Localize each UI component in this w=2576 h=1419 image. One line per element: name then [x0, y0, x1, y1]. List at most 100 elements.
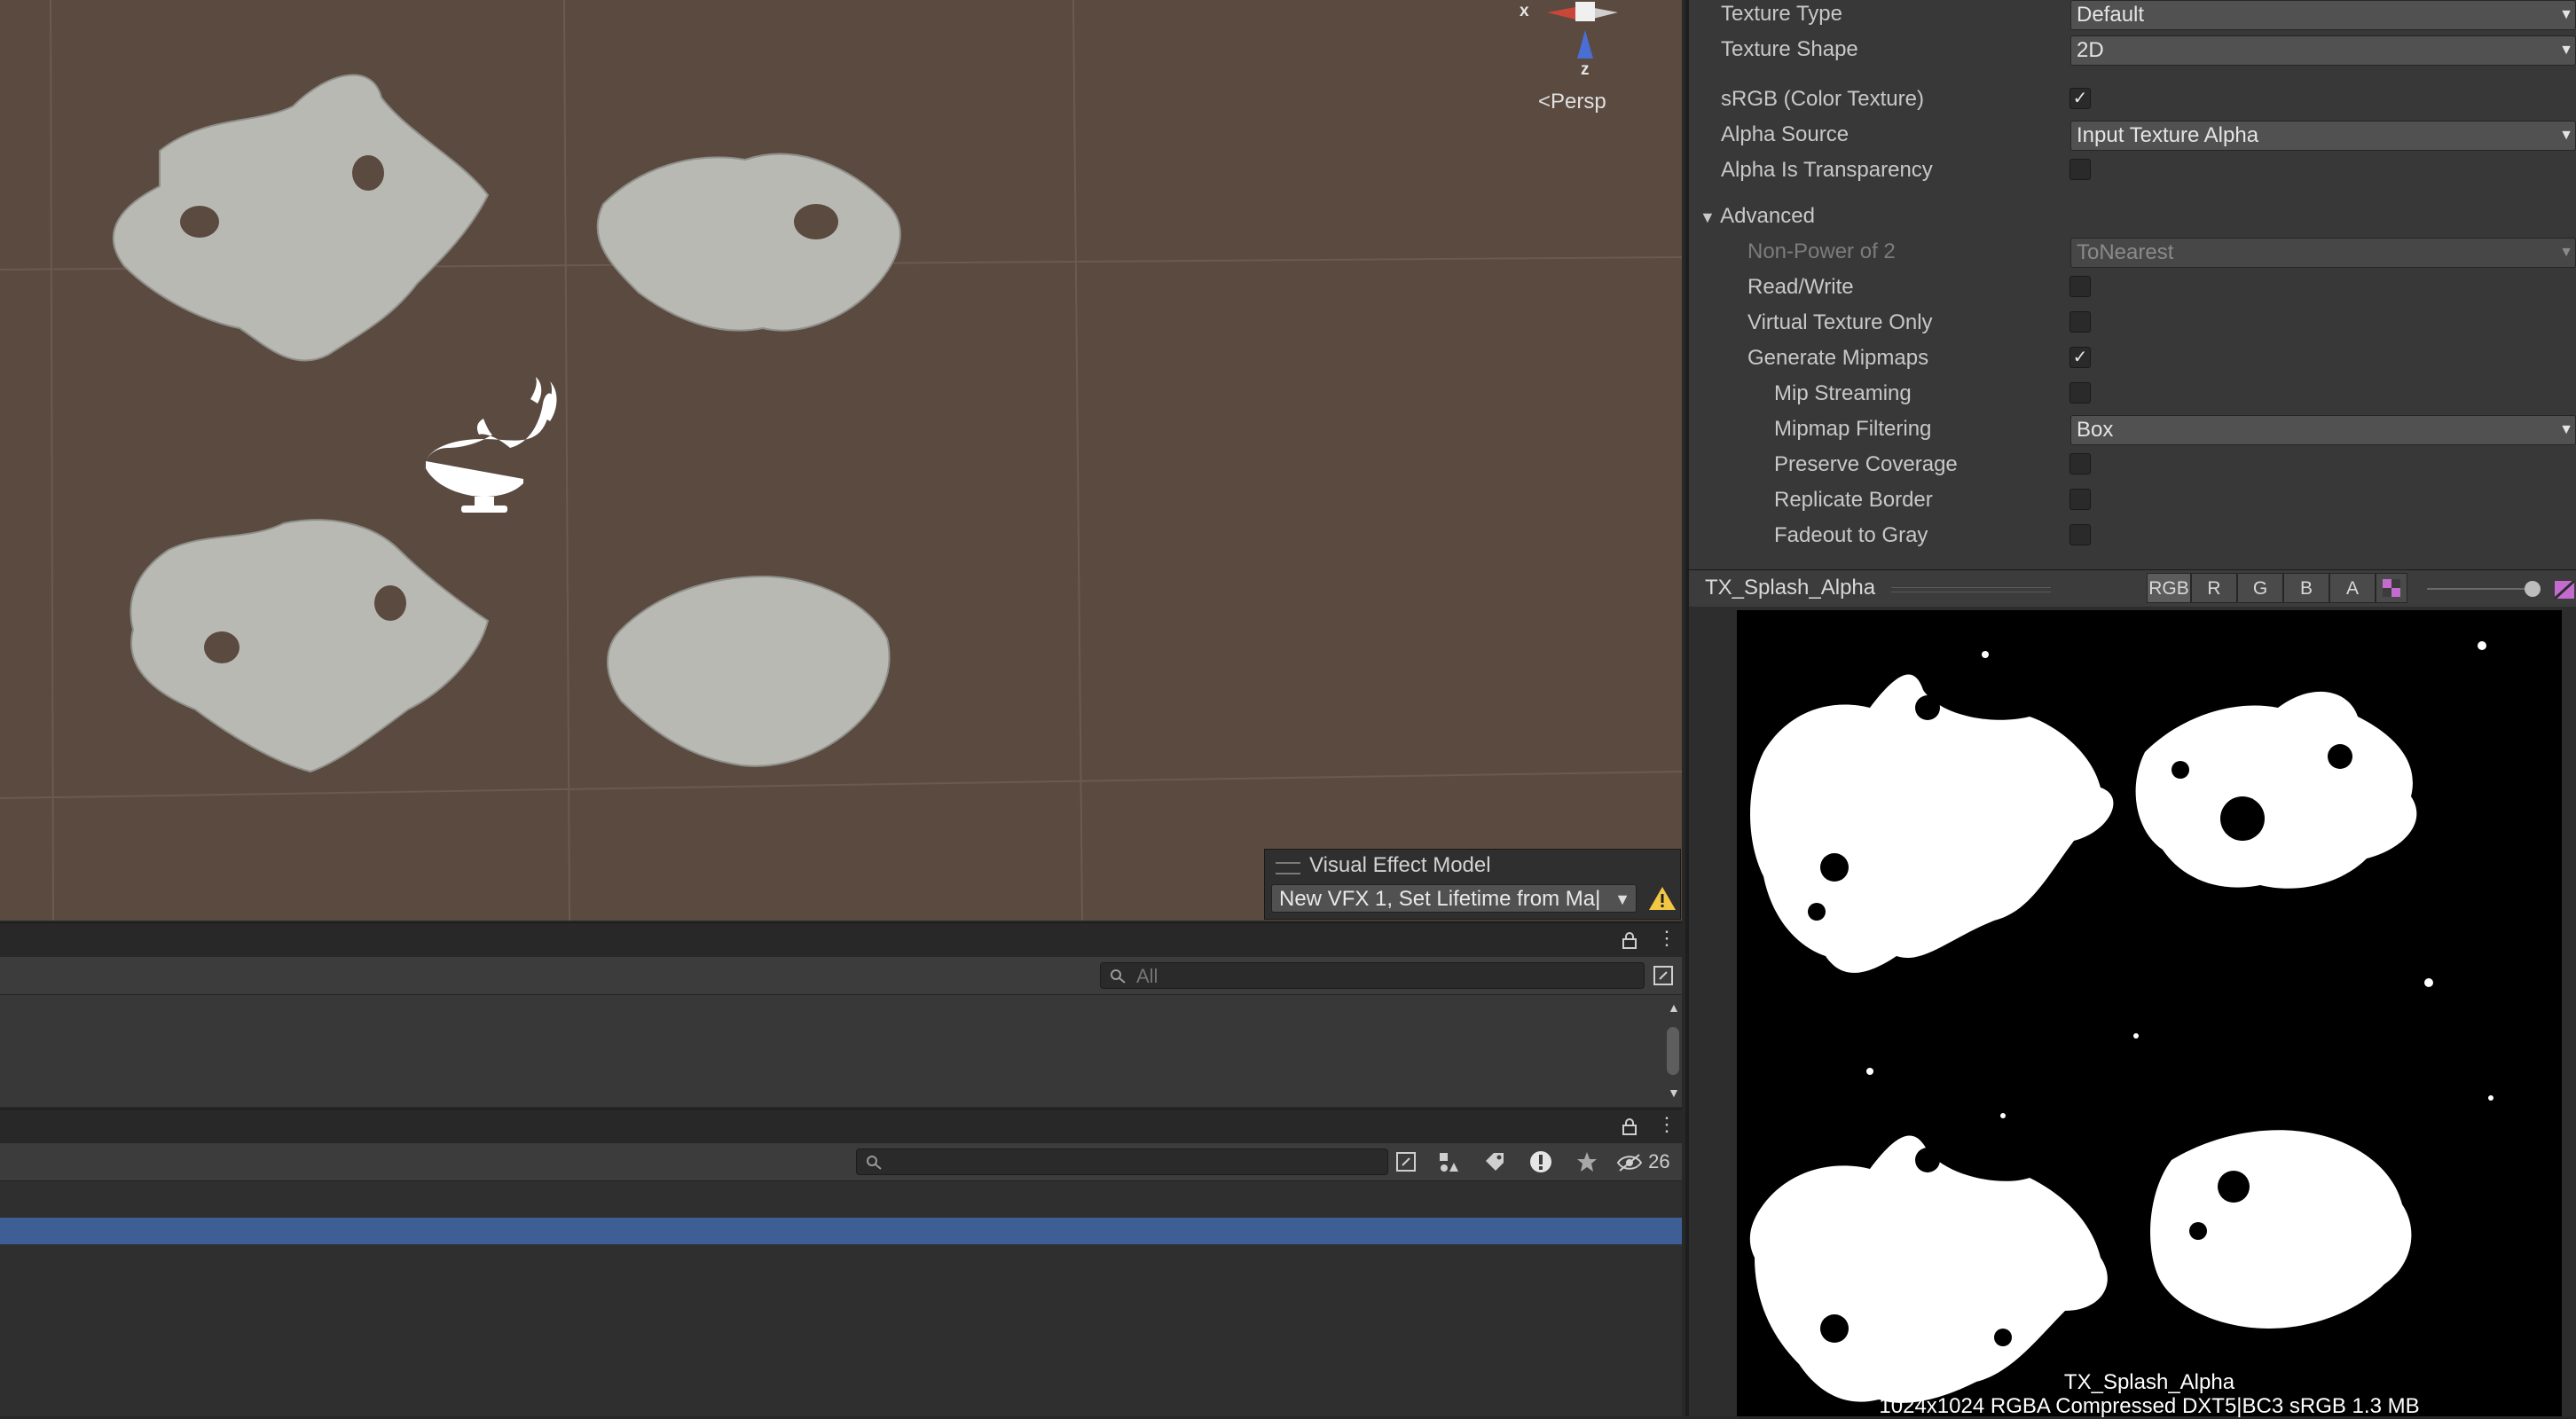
chevron-down-icon: ▼ [2559, 7, 2573, 22]
preview-header: TX_Splash_Alpha RGB R G B A [1685, 569, 2576, 607]
virtual-texture-checkbox[interactable] [2069, 311, 2091, 333]
scene-filter-icon[interactable] [1432, 1145, 1465, 1179]
lock-icon[interactable] [1622, 1117, 1637, 1135]
alpha-source-value: Input Texture Alpha [2077, 123, 2259, 147]
splash-texture [1749, 641, 2494, 1403]
chevron-down-icon: ▼ [2559, 422, 2573, 437]
persp-chevron-icon: < [1538, 90, 1551, 114]
generate-mipmaps-checkbox[interactable]: ✓ [2069, 347, 2091, 368]
alpha-blend-icon[interactable] [2376, 573, 2407, 603]
gizmo-x-label: x [1520, 2, 1529, 20]
chevron-down-icon: ▼ [2559, 128, 2573, 143]
vfx-model-selected: New VFX 1, Set Lifetime from Ma| [1279, 887, 1601, 911]
search-filter-icon[interactable] [1646, 959, 1680, 992]
mip-level-icon[interactable] [2555, 581, 2574, 599]
alpha-source-dropdown[interactable]: Input Texture Alpha ▼ [2070, 121, 2576, 151]
mipmap-filtering-label: Mipmap Filtering [1774, 417, 1932, 441]
channel-g-button[interactable]: G [2237, 573, 2283, 603]
kebab-menu-icon[interactable]: ⋮ [1657, 929, 1677, 950]
selected-list-item[interactable] [0, 1218, 1682, 1244]
channel-r-button[interactable]: R [2191, 573, 2237, 603]
search-filter-icon[interactable] [1389, 1145, 1423, 1179]
mip-streaming-label: Mip Streaming [1774, 381, 1912, 405]
vfx-model-select[interactable]: New VFX 1, Set Lifetime from Ma| ▼ [1271, 884, 1637, 913]
replicate-border-label: Replicate Border [1774, 488, 1933, 512]
warning-icon[interactable] [1648, 885, 1677, 912]
preview-title: TX_Splash_Alpha [1705, 576, 1876, 600]
mip-slider-thumb[interactable] [2525, 581, 2541, 597]
advanced-foldout[interactable]: ▼ Advanced [1700, 204, 1815, 229]
search-input[interactable] [1135, 963, 1573, 990]
upper-panel-header: ⋮ [0, 922, 1682, 957]
alpha-transparency-checkbox[interactable] [2069, 159, 2091, 180]
search-icon [1111, 969, 1126, 984]
foldout-expanded-icon: ▼ [1700, 208, 1716, 226]
chevron-down-icon: ▼ [2559, 245, 2573, 260]
checkmark-icon: ✓ [2072, 348, 2088, 367]
persp-label: Persp [1551, 90, 1606, 114]
checkmark-icon: ✓ [2072, 89, 2088, 108]
scene-view[interactable]: x z <Persp Visual Effect Model New VFX 1… [0, 0, 1682, 921]
srgb-checkbox[interactable]: ✓ [2069, 88, 2091, 109]
preserve-coverage-label: Preserve Coverage [1774, 452, 1958, 476]
hidden-count-toggle[interactable]: 26 [1616, 1145, 1678, 1179]
hidden-count: 26 [1648, 1150, 1670, 1172]
preview-caption-name: TX_Splash_Alpha [2063, 1370, 2235, 1394]
lower-panel-toolbar: 26 [0, 1143, 1682, 1181]
fadeout-gray-checkbox[interactable] [2069, 524, 2091, 545]
drag-handle-icon[interactable] [1276, 862, 1300, 874]
advanced-label: Advanced [1720, 204, 1815, 228]
read-write-label: Read/Write [1747, 275, 1854, 299]
texture-shape-value: 2D [2077, 38, 2104, 62]
search-icon [867, 1156, 882, 1170]
particle-clouds [112, 74, 901, 773]
gizmo-z-label: z [1581, 60, 1590, 79]
star-icon[interactable] [1570, 1145, 1604, 1179]
npot-dropdown[interactable]: ToNearest ▼ [2070, 238, 2576, 268]
lower-panel-content [0, 1181, 1682, 1416]
read-write-checkbox[interactable] [2069, 276, 2091, 297]
search-field[interactable] [1100, 962, 1645, 990]
lower-panel-header: ⋮ [0, 1109, 1682, 1143]
eye-hidden-icon [1616, 1154, 1643, 1172]
lock-icon[interactable] [1622, 931, 1637, 949]
channel-rgb-button[interactable]: RGB [2147, 573, 2191, 603]
upper-panel-content [0, 995, 1682, 1107]
preserve-coverage-checkbox[interactable] [2069, 453, 2091, 474]
virtual-texture-label: Virtual Texture Only [1747, 310, 1933, 334]
overlay-title: Visual Effect Model [1309, 853, 1491, 877]
upper-panel-scrollbar[interactable]: ▲ ▼ [1664, 995, 1682, 1107]
texture-type-label: Texture Type [1721, 2, 1842, 26]
kebab-menu-icon[interactable]: ⋮ [1657, 1115, 1677, 1136]
mip-streaming-checkbox[interactable] [2069, 382, 2091, 404]
persp-toggle[interactable]: <Persp [1538, 90, 1606, 114]
mipmap-filtering-dropdown[interactable]: Box ▼ [2070, 415, 2576, 445]
scene-world [0, 0, 1682, 921]
chevron-down-icon: ▼ [1614, 890, 1630, 908]
channel-b-button[interactable]: B [2283, 573, 2329, 603]
alpha-source-label: Alpha Source [1721, 122, 1850, 146]
texture-type-dropdown[interactable]: Default ▼ [2070, 0, 2576, 30]
tag-icon[interactable] [1478, 1145, 1512, 1179]
fadeout-gray-label: Fadeout to Gray [1774, 523, 1928, 547]
texture-shape-dropdown[interactable]: 2D ▼ [2070, 35, 2576, 66]
console-search-field[interactable] [856, 1149, 1388, 1175]
npot-label: Non-Power of 2 [1747, 239, 1896, 263]
replicate-border-checkbox[interactable] [2069, 489, 2091, 510]
mip-slider-track[interactable] [2427, 588, 2533, 590]
scroll-thumb[interactable] [1667, 1027, 1679, 1075]
chevron-down-icon: ▼ [2559, 43, 2573, 58]
preview-caption-info: 1024x1024 RGBA Compressed DXT5|BC3 sRGB … [1879, 1394, 2420, 1418]
texture-shape-label: Texture Shape [1721, 37, 1858, 61]
channel-a-button[interactable]: A [2329, 573, 2376, 603]
texture-preview-image[interactable] [1737, 610, 2562, 1416]
preview-drag-handle[interactable] [1891, 587, 2051, 592]
mipmap-filtering-value: Box [2077, 418, 2114, 442]
error-icon[interactable] [1524, 1145, 1558, 1179]
srgb-label: sRGB (Color Texture) [1721, 87, 1924, 111]
texture-type-value: Default [2077, 3, 2145, 27]
vfx-lamp-icon [424, 377, 557, 513]
scroll-up-icon[interactable]: ▲ [1668, 1000, 1680, 1015]
scroll-down-icon[interactable]: ▼ [1668, 1086, 1680, 1100]
npot-value: ToNearest [2077, 240, 2174, 264]
